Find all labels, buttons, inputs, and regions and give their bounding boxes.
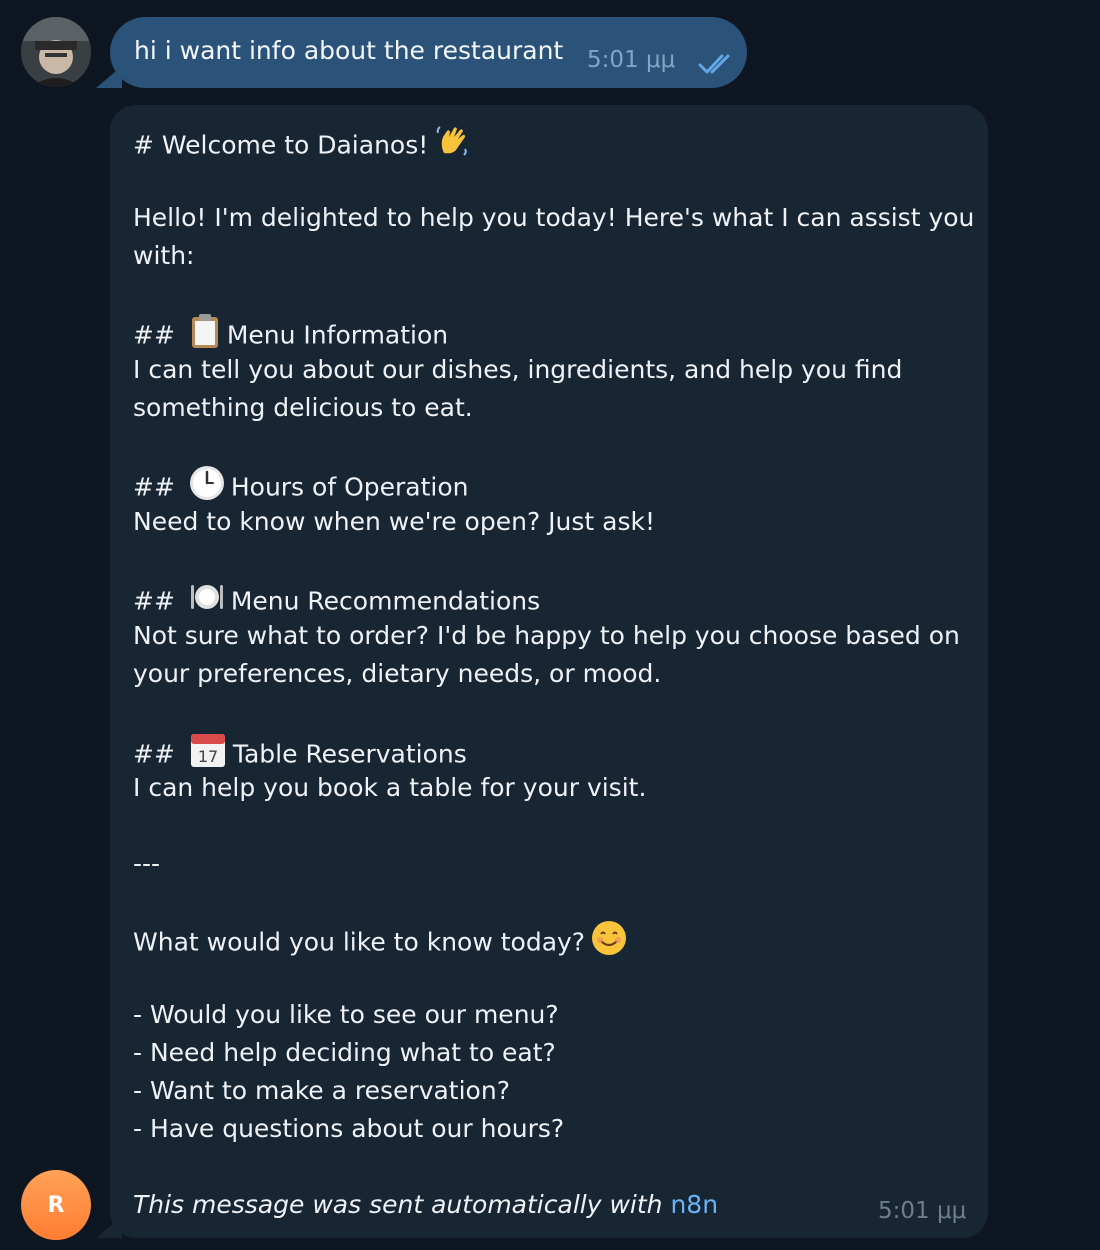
option-hours: - Have questions about our hours? [133,1114,565,1143]
n8n-link[interactable]: n8n [670,1190,718,1219]
menu-info-line-2: something delicious to eat. [133,393,473,422]
intro-line-2: with: [133,241,195,270]
recommendations-line-1: Not sure what to order? I'd be happy to … [133,621,960,650]
outgoing-message-time: 5:01 μμ [587,47,676,73]
bot-avatar[interactable]: R [21,1170,91,1240]
reservations-line: I can help you book a table for your vis… [133,773,647,802]
option-decide: - Need help deciding what to eat? [133,1038,556,1067]
svg-text:17: 17 [198,747,218,766]
option-reservation: - Want to make a reservation? [133,1076,510,1105]
incoming-message-time: 5:01 μμ [878,1198,967,1224]
user-avatar-image [21,17,91,87]
double-check-icon [698,54,730,74]
menu-info-line-1: I can tell you about our dishes, ingredi… [133,355,903,384]
option-see-menu: - Would you like to see our menu? [133,1000,559,1029]
auto-message-signature: This message was sent automatically with… [133,1190,719,1219]
divider-text: --- [133,849,161,878]
chat-view: hi i want info about the restaurant 5:01… [0,0,1100,1250]
outgoing-message-text: hi i want info about the restaurant [134,36,564,65]
user-avatar[interactable] [21,17,91,87]
outgoing-message[interactable]: hi i want info about the restaurant 5:01… [110,17,747,88]
recommendations-line-2: your preferences, dietary needs, or mood… [133,659,662,688]
bot-avatar-letter: R [47,1192,65,1218]
intro-line-1: Hello! I'm delighted to help you today! … [133,203,975,232]
welcome-heading: # Welcome to Daianos! [133,123,476,170]
waving-hand-emoji [434,123,470,170]
question-line: What would you like to know today? [133,920,633,967]
smiling-face-emoji [591,920,627,967]
hours-line: Need to know when we're open? Just ask! [133,507,655,536]
